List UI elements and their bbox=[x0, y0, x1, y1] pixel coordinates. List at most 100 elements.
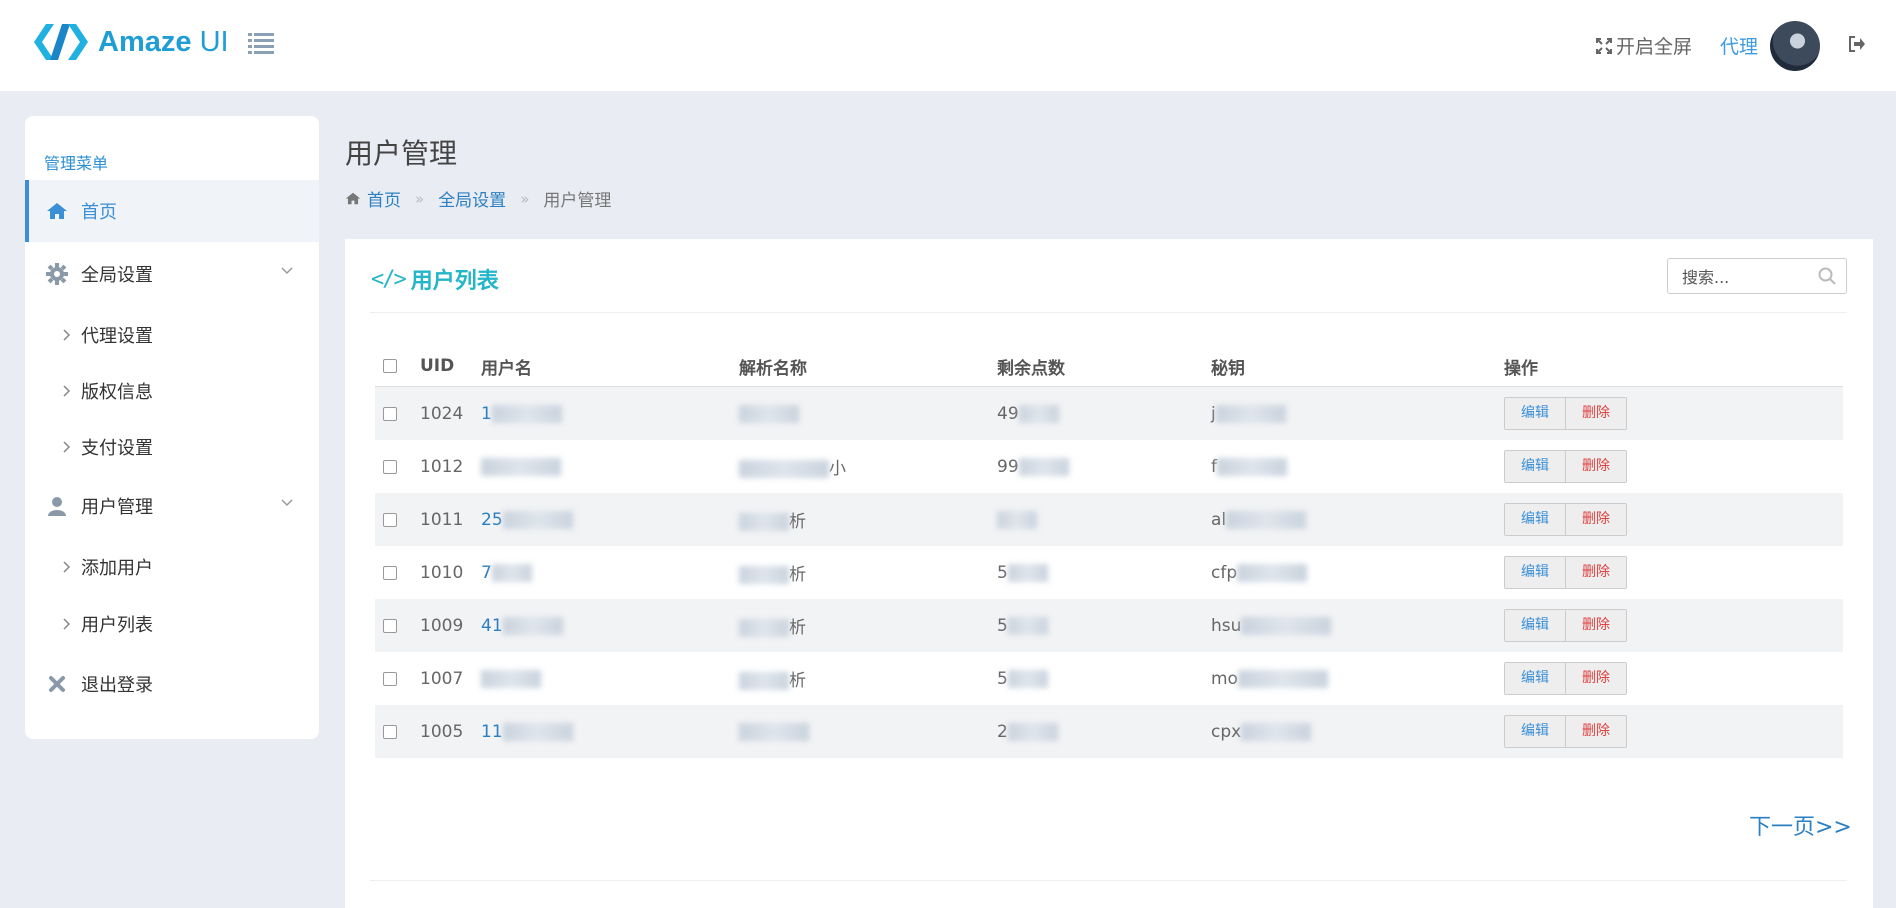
chevron-right-icon bbox=[63, 618, 71, 630]
cell-username[interactable]: 25 bbox=[481, 493, 739, 546]
column-header-actions: 操作 bbox=[1504, 346, 1843, 387]
row-actions: 编辑 删除 bbox=[1504, 450, 1627, 483]
sidebar-item-payment-settings[interactable]: 支付设置 bbox=[25, 422, 319, 472]
cell-uid: 1024 bbox=[420, 386, 481, 440]
fullscreen-button[interactable]: 开启全屏 bbox=[1595, 32, 1692, 59]
cell-uid: 1012 bbox=[420, 456, 464, 477]
edit-button[interactable]: 编辑 bbox=[1505, 398, 1566, 429]
cell-key: j bbox=[1211, 386, 1504, 440]
cell-points-text: 5 bbox=[997, 562, 1008, 583]
search-icon[interactable] bbox=[1818, 267, 1836, 285]
avatar[interactable] bbox=[1770, 20, 1820, 71]
chevron-right-icon bbox=[63, 385, 71, 397]
cell-username[interactable] bbox=[481, 652, 739, 705]
cell-points-text: 5 bbox=[997, 668, 1008, 689]
sidebar-item-label: 全局设置 bbox=[81, 265, 153, 286]
sidebar: 管理菜单 首页 全局设置 代理设置 版权信息 支付设置 用户管理 添加用户 用户… bbox=[25, 116, 319, 739]
cell-parse-name-text: 析 bbox=[789, 618, 806, 638]
fullscreen-label: 开启全屏 bbox=[1615, 36, 1692, 58]
home-icon bbox=[45, 199, 69, 223]
sidebar-item-copyright[interactable]: 版权信息 bbox=[25, 366, 319, 416]
redacted-mask bbox=[481, 669, 541, 688]
edit-button[interactable]: 编辑 bbox=[1505, 610, 1566, 641]
sidebar-item-global-settings[interactable]: 全局设置 bbox=[25, 243, 319, 305]
cell-key: cfp bbox=[1211, 546, 1504, 599]
cell-username[interactable]: 41 bbox=[481, 599, 739, 652]
row-checkbox[interactable] bbox=[383, 565, 397, 580]
cell-uid: 1011 bbox=[420, 493, 481, 546]
cell-points bbox=[997, 493, 1211, 546]
row-actions: 编辑 删除 bbox=[1504, 715, 1627, 748]
cell-parse-name-text: 析 bbox=[789, 565, 806, 585]
cell-username-text: 25 bbox=[481, 509, 503, 530]
logo[interactable]: Amaze UI bbox=[34, 22, 229, 62]
column-header-uid[interactable]: UID bbox=[420, 346, 481, 387]
delete-button[interactable]: 删除 bbox=[1566, 610, 1626, 641]
row-checkbox[interactable] bbox=[383, 671, 397, 686]
redacted-mask bbox=[1226, 510, 1307, 529]
row-checkbox[interactable] bbox=[383, 406, 397, 421]
row-checkbox[interactable] bbox=[383, 512, 397, 527]
search-input[interactable] bbox=[1680, 259, 1824, 295]
cell-parse-name: 析 bbox=[739, 546, 997, 599]
user-name-link[interactable]: 代理 bbox=[1720, 32, 1758, 59]
cell-points: 99 bbox=[997, 440, 1211, 493]
cell-username[interactable]: 7 bbox=[481, 546, 739, 599]
edit-button[interactable]: 编辑 bbox=[1505, 504, 1566, 535]
chevron-right-icon bbox=[63, 329, 71, 341]
cell-parse-name bbox=[739, 386, 997, 440]
sidebar-item-user-list[interactable]: 用户列表 bbox=[25, 599, 319, 649]
row-checkbox[interactable] bbox=[383, 724, 397, 739]
column-header-key[interactable]: 秘钥 bbox=[1211, 346, 1504, 387]
cell-username[interactable]: 11 bbox=[481, 705, 739, 758]
sidebar-item-label: 用户列表 bbox=[81, 615, 153, 636]
row-checkbox[interactable] bbox=[383, 618, 397, 633]
sidebar-item-add-user[interactable]: 添加用户 bbox=[25, 542, 319, 592]
table-row: 1007 析 5 mo 编辑 删除 bbox=[375, 652, 1843, 705]
column-header-points[interactable]: 剩余点数 bbox=[997, 346, 1211, 387]
redacted-mask bbox=[739, 672, 789, 690]
breadcrumb-global-settings[interactable]: 全局设置 bbox=[438, 186, 506, 211]
sidebar-item-label: 代理设置 bbox=[81, 326, 153, 347]
delete-button[interactable]: 删除 bbox=[1566, 716, 1626, 747]
delete-button[interactable]: 删除 bbox=[1566, 663, 1626, 694]
cell-points: 5 bbox=[997, 652, 1211, 705]
delete-button[interactable]: 删除 bbox=[1566, 451, 1626, 482]
edit-button[interactable]: 编辑 bbox=[1505, 663, 1566, 694]
cell-username-text: 7 bbox=[481, 562, 492, 583]
sidebar-item-home[interactable]: 首页 bbox=[25, 180, 319, 242]
redacted-mask bbox=[739, 404, 799, 423]
breadcrumb-home[interactable]: 首页 bbox=[367, 186, 401, 211]
cell-key: mo bbox=[1211, 652, 1504, 705]
sidebar-item-proxy-settings[interactable]: 代理设置 bbox=[25, 310, 319, 360]
cell-points: 49 bbox=[997, 386, 1211, 440]
edit-button[interactable]: 编辑 bbox=[1505, 557, 1566, 588]
search-box bbox=[1667, 258, 1847, 295]
select-all-checkbox[interactable] bbox=[383, 359, 397, 373]
breadcrumb-separator: » bbox=[415, 189, 425, 208]
cell-points-text: 5 bbox=[997, 615, 1008, 636]
delete-button[interactable]: 删除 bbox=[1566, 504, 1626, 535]
cell-username[interactable] bbox=[481, 440, 739, 493]
sidebar-item-user-management[interactable]: 用户管理 bbox=[25, 475, 319, 537]
edit-button[interactable]: 编辑 bbox=[1505, 716, 1566, 747]
cell-actions: 编辑 删除 bbox=[1504, 440, 1843, 493]
logout-icon[interactable] bbox=[1848, 35, 1866, 56]
cell-points-text: 2 bbox=[997, 721, 1008, 742]
delete-button[interactable]: 删除 bbox=[1566, 398, 1626, 429]
sidebar-item-logout[interactable]: 退出登录 bbox=[25, 653, 319, 715]
cell-username[interactable]: 1 bbox=[481, 386, 739, 440]
redacted-mask bbox=[1007, 616, 1048, 635]
sidebar-title: 管理菜单 bbox=[44, 154, 109, 173]
panel-title: </> 用户列表 bbox=[371, 263, 499, 295]
column-header-username[interactable]: 用户名 bbox=[481, 346, 739, 387]
row-checkbox[interactable] bbox=[383, 459, 397, 474]
menu-toggle-icon[interactable] bbox=[248, 32, 274, 54]
cell-parse-name: 析 bbox=[739, 599, 997, 652]
column-header-parse-name[interactable]: 解析名称 bbox=[739, 346, 997, 387]
next-page-link[interactable]: 下一页>> bbox=[1749, 809, 1852, 841]
delete-button[interactable]: 删除 bbox=[1566, 557, 1626, 588]
edit-button[interactable]: 编辑 bbox=[1505, 451, 1566, 482]
cell-key: cpx bbox=[1211, 705, 1504, 758]
cell-actions: 编辑 删除 bbox=[1504, 546, 1843, 599]
